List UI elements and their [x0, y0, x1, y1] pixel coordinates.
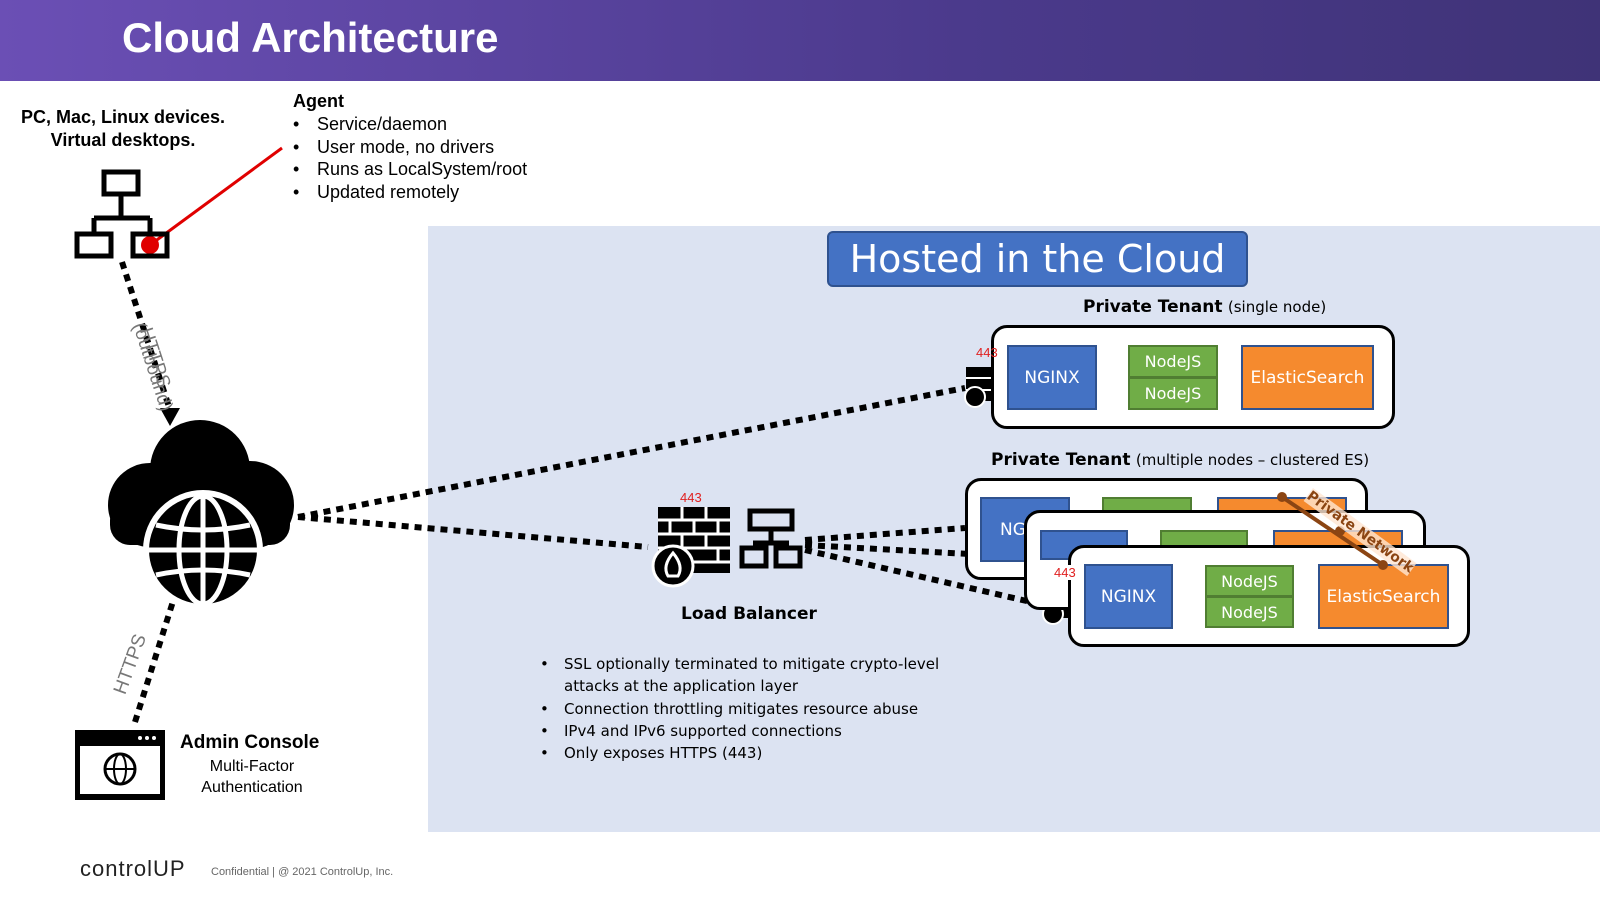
lb-bullet: SSL optionally terminated to mitigate cr…	[540, 653, 940, 698]
lb-bullet: Connection throttling mitigates resource…	[540, 698, 940, 721]
lb-bullet: IPv4 and IPv6 supported connections	[540, 720, 940, 743]
controlup-logo: controlUP	[80, 856, 186, 882]
lb-bullets: SSL optionally terminated to mitigate cr…	[540, 653, 940, 765]
lb-port-label: 443	[680, 490, 702, 505]
footer-text: Confidential | @ 2021 ControlUp, Inc.	[211, 866, 394, 878]
logo-text: controlUP	[80, 856, 186, 881]
lb-label: Load Balancer	[681, 604, 817, 624]
lb-bullet: Only exposes HTTPS (443)	[540, 742, 940, 765]
private-network-line	[1277, 492, 1388, 570]
